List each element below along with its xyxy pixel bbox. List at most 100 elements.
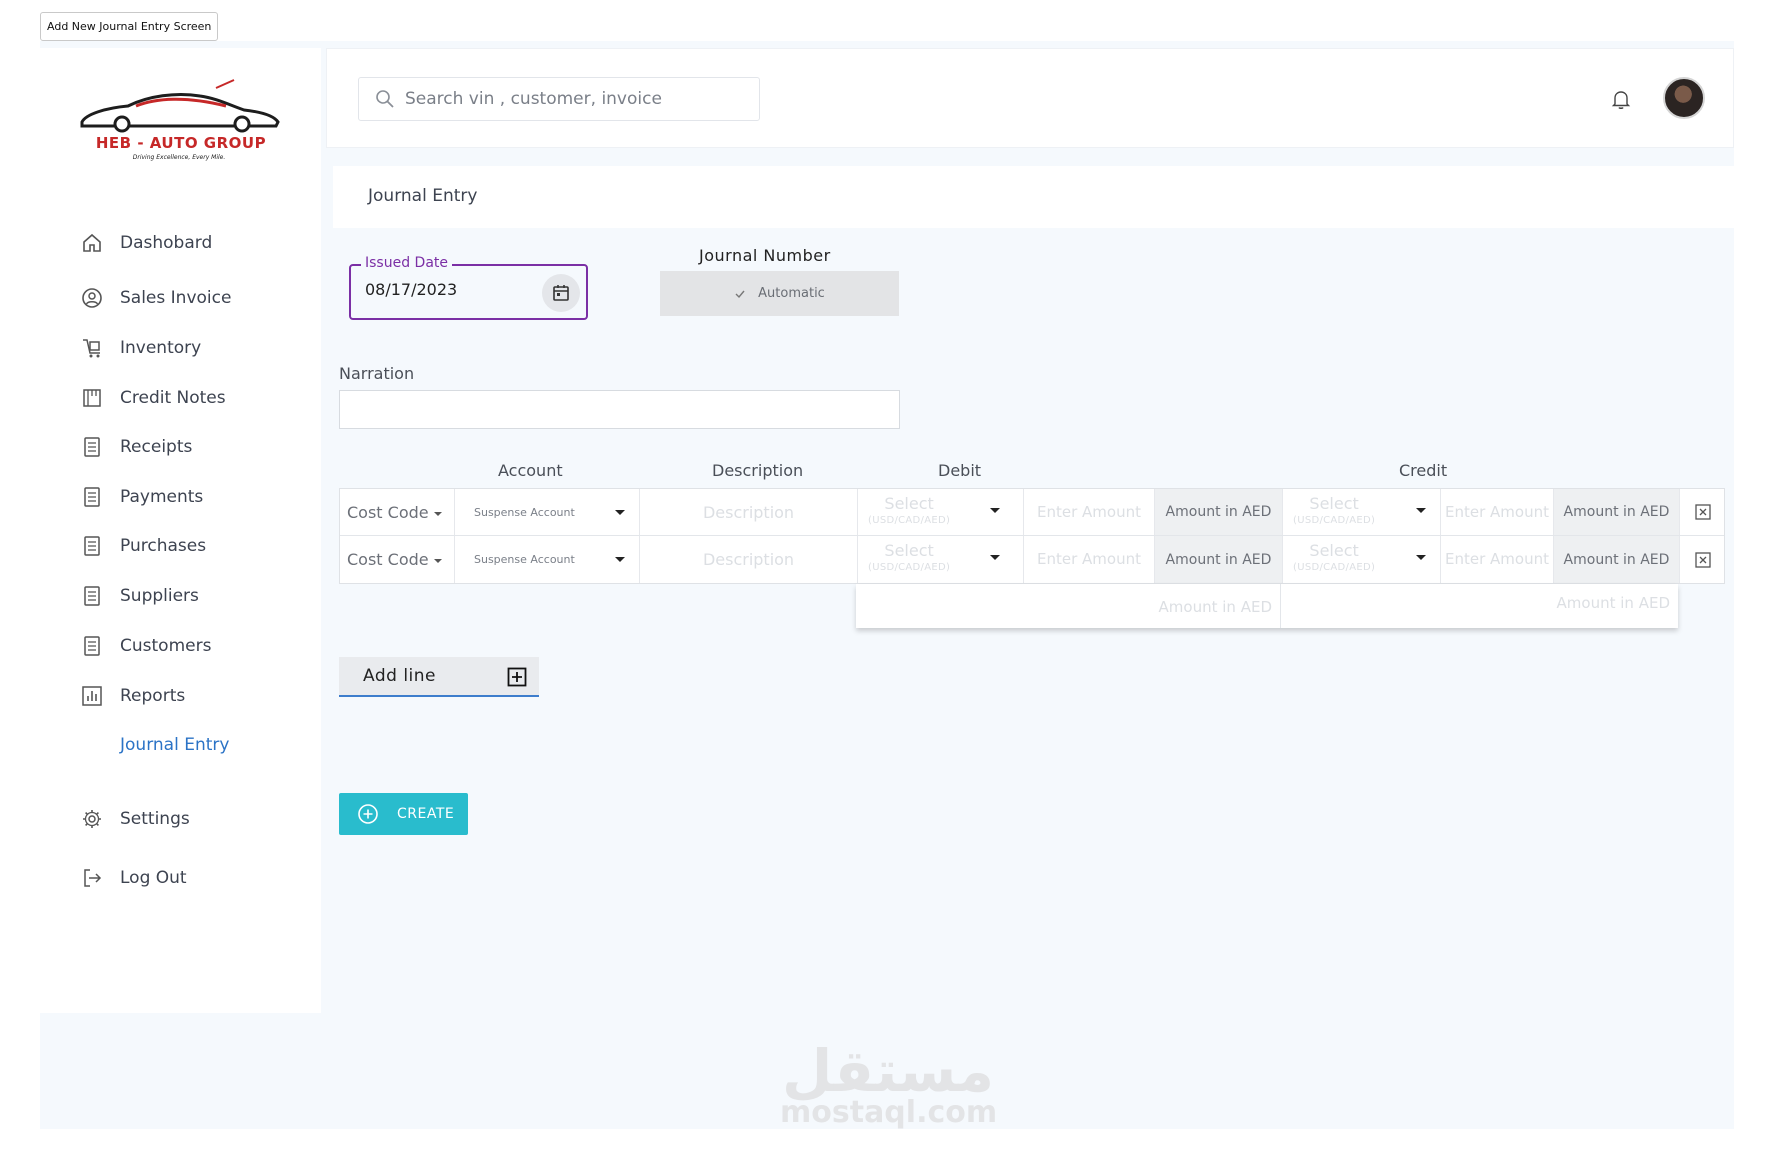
debit-amount-input[interactable]: Enter Amount bbox=[1024, 489, 1155, 535]
chevron-down-icon bbox=[434, 512, 442, 516]
sidebar-item-label: Receipts bbox=[120, 437, 193, 457]
add-line-button[interactable]: Add line bbox=[339, 657, 539, 697]
sidebar: HEB - AUTO GROUP Driving Excellence, Eve… bbox=[40, 48, 321, 1013]
credit-select-label: Select bbox=[1309, 493, 1359, 513]
narration-input[interactable] bbox=[339, 390, 900, 429]
account-select[interactable]: Suspense Account bbox=[455, 489, 640, 535]
check-icon bbox=[735, 290, 745, 298]
debit-select-label: Select bbox=[884, 493, 934, 513]
home-icon bbox=[80, 231, 104, 255]
chevron-down-icon bbox=[615, 510, 625, 515]
column-header-account: Account bbox=[498, 461, 563, 480]
issued-date-field[interactable]: Issued Date 08/17/2023 bbox=[349, 255, 588, 320]
sidebar-item-label: Inventory bbox=[120, 338, 202, 358]
watermark: مستقل mostaql.com bbox=[780, 1036, 998, 1130]
credit-aed-label: Amount in AED bbox=[1563, 504, 1670, 520]
sidebar-item-suppliers[interactable]: Suppliers bbox=[80, 582, 199, 610]
plus-box-icon bbox=[507, 667, 527, 687]
debit-currency-select[interactable]: Select (USD/CAD/AED) bbox=[858, 536, 1024, 583]
brand-name: HEB - AUTO GROUP bbox=[95, 134, 267, 152]
delete-row-icon[interactable] bbox=[1680, 536, 1726, 583]
debit-aed-label: Amount in AED bbox=[1165, 504, 1272, 520]
narration-label: Narration bbox=[339, 364, 415, 383]
cost-code-select[interactable]: Cost Code bbox=[340, 489, 455, 535]
chevron-down-icon bbox=[615, 557, 625, 562]
credit-currency-select[interactable]: Select (USD/CAD/AED) bbox=[1283, 536, 1441, 583]
document-icon bbox=[80, 435, 104, 459]
sidebar-item-journal-entry[interactable]: Journal Entry bbox=[80, 731, 229, 759]
sidebar-item-reports[interactable]: Reports bbox=[80, 682, 185, 710]
car-logo-icon bbox=[80, 79, 280, 133]
watermark-latin: mostaql.com bbox=[780, 1095, 998, 1130]
credit-amount-input[interactable]: Enter Amount bbox=[1441, 536, 1554, 583]
notes-icon bbox=[80, 386, 104, 410]
debit-select-sub: (USD/CAD/AED) bbox=[868, 562, 951, 573]
chevron-down-icon bbox=[1416, 508, 1426, 513]
journal-lines-table: Cost Code Suspense Account Description S… bbox=[339, 488, 1725, 584]
sidebar-item-purchases[interactable]: Purchases bbox=[80, 532, 206, 560]
credit-select-sub: (USD/CAD/AED) bbox=[1293, 514, 1376, 526]
sidebar-item-dashboard[interactable]: Dashobard bbox=[80, 229, 212, 257]
debit-amount-input[interactable]: Enter Amount bbox=[1024, 536, 1155, 583]
search-placeholder: Search vin , customer, invoice bbox=[405, 89, 662, 109]
credit-aed-amount: Amount in AED bbox=[1554, 489, 1680, 535]
page-title: Journal Entry bbox=[368, 186, 478, 206]
sidebar-item-settings[interactable]: Settings bbox=[80, 805, 190, 833]
sidebar-item-label: Purchases bbox=[120, 536, 207, 556]
debit-total: Amount in AED bbox=[1158, 598, 1272, 616]
search-input[interactable]: Search vin , customer, invoice bbox=[358, 77, 760, 121]
issued-date-label: Issued Date bbox=[361, 255, 453, 271]
credit-currency-select[interactable]: Select (USD/CAD/AED) bbox=[1283, 489, 1441, 535]
chevron-down-icon bbox=[434, 559, 442, 563]
journal-number-label: Journal Number bbox=[699, 246, 831, 265]
cost-code-label: Cost Code bbox=[347, 550, 429, 569]
sidebar-item-receipts[interactable]: Receipts bbox=[80, 433, 192, 461]
frame-label: Add New Journal Entry Screen bbox=[40, 12, 219, 41]
chevron-down-icon bbox=[990, 555, 1000, 560]
chart-icon bbox=[80, 684, 104, 708]
inventory-icon bbox=[80, 336, 104, 360]
journal-number-field: Automatic bbox=[660, 271, 899, 316]
issued-date-value: 08/17/2023 bbox=[365, 280, 458, 299]
credit-select-sub: (USD/CAD/AED) bbox=[1293, 562, 1376, 573]
description-input[interactable]: Description bbox=[640, 536, 858, 583]
page-header: Journal Entry bbox=[333, 166, 1734, 228]
sidebar-item-label: Dashobard bbox=[120, 233, 213, 253]
sidebar-item-payments[interactable]: Payments bbox=[80, 483, 203, 511]
sidebar-item-customers[interactable]: Customers bbox=[80, 632, 211, 660]
debit-amount-placeholder: Enter Amount bbox=[1037, 550, 1141, 568]
sidebar-item-label: Journal Entry bbox=[120, 735, 230, 755]
delete-row-icon[interactable] bbox=[1680, 489, 1726, 535]
sidebar-item-label: Payments bbox=[120, 487, 204, 507]
credit-total: Amount in AED bbox=[1556, 594, 1670, 612]
sidebar-item-inventory[interactable]: Inventory bbox=[80, 334, 201, 362]
credit-amount-input[interactable]: Enter Amount bbox=[1441, 489, 1554, 535]
journal-number-value: Automatic bbox=[758, 286, 825, 301]
bell-icon[interactable] bbox=[1609, 87, 1633, 111]
brand-logo: HEB - AUTO GROUP Driving Excellence, Eve… bbox=[76, 78, 282, 164]
document-icon bbox=[80, 584, 104, 608]
description-input[interactable]: Description bbox=[640, 489, 858, 535]
description-placeholder: Description bbox=[702, 502, 795, 522]
calendar-icon[interactable] bbox=[542, 274, 580, 312]
account-value: Suspense Account bbox=[474, 505, 575, 519]
create-label: CREATE bbox=[397, 806, 455, 822]
credit-amount-placeholder: Enter Amount bbox=[1445, 550, 1549, 568]
column-header-credit: Credit bbox=[1399, 461, 1448, 480]
sidebar-item-logout[interactable]: Log Out bbox=[80, 864, 187, 892]
debit-select-label: Select bbox=[884, 541, 934, 560]
sidebar-item-sales-invoice[interactable]: Sales Invoice bbox=[80, 284, 231, 312]
document-icon bbox=[80, 634, 104, 658]
sidebar-item-credit-notes[interactable]: Credit Notes bbox=[80, 384, 226, 412]
account-select[interactable]: Suspense Account bbox=[455, 536, 640, 583]
create-button[interactable]: CREATE bbox=[339, 793, 468, 835]
sidebar-item-label: Customers bbox=[120, 636, 212, 656]
debit-currency-select[interactable]: Select (USD/CAD/AED) bbox=[858, 489, 1024, 535]
cost-code-label: Cost Code bbox=[347, 502, 429, 522]
cost-code-select[interactable]: Cost Code bbox=[340, 536, 455, 583]
chevron-down-icon bbox=[990, 508, 1000, 513]
totals-divider bbox=[1280, 584, 1281, 628]
brand-tagline: Driving Excellence, Every Mile. bbox=[132, 154, 226, 161]
column-header-debit: Debit bbox=[938, 461, 982, 480]
avatar[interactable] bbox=[1663, 77, 1705, 119]
